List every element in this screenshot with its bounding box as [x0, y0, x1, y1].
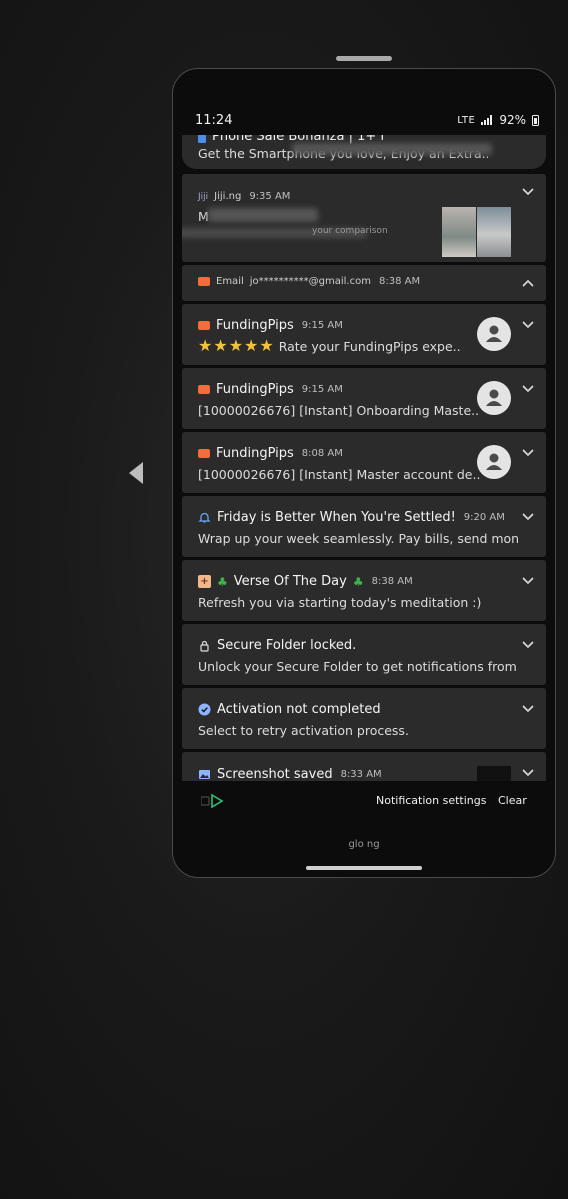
jiji-app: Jiji.ng [214, 191, 242, 202]
notification-screenshot[interactable]: Screenshot saved 8:33 AM [182, 752, 546, 781]
lock-icon [200, 640, 209, 652]
email-icon [198, 321, 210, 330]
fp3-body: [10000026676] [Instant] Master account d… [198, 467, 481, 482]
rating-stars: ★★★★★ [198, 336, 275, 355]
chevron-down-icon[interactable] [522, 321, 534, 329]
check-badge-icon [198, 703, 211, 716]
fp1-body: Rate your FundingPips expe.. [278, 339, 461, 354]
avatar [477, 445, 511, 479]
chevron-down-icon[interactable] [522, 385, 534, 393]
screenshot-time: 8:33 AM [340, 769, 382, 780]
redaction [292, 143, 492, 155]
image-icon [199, 770, 210, 779]
email-icon [198, 385, 210, 394]
network-type: LTE [457, 114, 476, 126]
notification-activation[interactable]: Activation not completed Select to retry… [182, 688, 546, 749]
person-icon [486, 325, 502, 342]
notification-jiji[interactable]: Jiji Jiji.ng 9:35 AM M your comparison [182, 174, 546, 262]
notification-promo[interactable]: Phone Sale Bonanza | 1+ I Get the Smartp… [182, 135, 546, 169]
email-icon [198, 449, 210, 458]
friday-time: 9:20 AM [463, 512, 505, 523]
email-account: jo**********@gmail.com [249, 276, 371, 287]
avatar [477, 317, 511, 351]
avatar [477, 381, 511, 415]
top-drag-handle[interactable] [336, 56, 392, 61]
chevron-down-icon[interactable] [522, 641, 534, 649]
fp2-time: 9:15 AM [301, 384, 343, 395]
screenshot-title: Screenshot saved [217, 767, 333, 781]
friday-body: Wrap up your week seamlessly. Pay bills,… [198, 531, 518, 546]
signal-icon [481, 115, 493, 125]
notification-verse[interactable]: + ♣ Verse Of The Day ♣ 8:38 AM Refresh y… [182, 560, 546, 621]
fp2-body: [10000026676] [Instant] Onboarding Maste… [198, 403, 480, 418]
secure-body: Unlock your Secure Folder to get notific… [198, 659, 518, 674]
clover-icon: ♣ [217, 574, 228, 589]
play-store-icon [201, 794, 224, 808]
email-group-header[interactable]: Email jo**********@gmail.com 8:38 AM [182, 265, 546, 301]
activation-title: Activation not completed [217, 702, 381, 717]
notification-friday[interactable]: Friday is Better When You're Settled! 9:… [182, 496, 546, 557]
jiji-body: your comparison [312, 226, 388, 236]
listing-thumbnail [442, 207, 476, 257]
fp1-time: 9:15 AM [301, 320, 343, 331]
chevron-down-icon[interactable] [522, 513, 534, 521]
secure-title: Secure Folder locked. [217, 638, 357, 653]
listing-thumbnail [477, 207, 511, 257]
chevron-down-icon[interactable] [522, 449, 534, 457]
jiji-icon: Jiji [198, 191, 209, 202]
fp3-title: FundingPips [216, 446, 294, 461]
chevron-down-icon[interactable] [522, 705, 534, 713]
battery-icon [532, 114, 539, 126]
fp1-title: FundingPips [216, 318, 294, 333]
activation-body: Select to retry activation process. [198, 723, 409, 738]
chevron-down-icon[interactable] [522, 188, 534, 196]
notification-footer: Notification settings Clear [173, 789, 555, 813]
notification-fundingpips-3[interactable]: FundingPips 8:08 AM [10000026676] [Insta… [182, 432, 546, 493]
screenshot-thumbnail [477, 766, 511, 781]
fp1-body-line: ★★★★★ Rate your FundingPips expe.. [198, 336, 488, 355]
notification-fundingpips-2[interactable]: FundingPips 9:15 AM [10000026676] [Insta… [182, 368, 546, 429]
chevron-up-icon[interactable] [522, 279, 534, 287]
carrier-label: glo ng [348, 839, 380, 850]
redaction [208, 208, 318, 222]
chevron-down-icon[interactable] [522, 577, 534, 585]
friday-title: Friday is Better When You're Settled! [217, 510, 456, 525]
email-icon [198, 277, 210, 286]
clock: 11:24 [195, 112, 233, 128]
clover-icon: ♣ [352, 574, 364, 589]
phone-icon [198, 135, 206, 143]
bible-icon: + [198, 575, 211, 588]
chevron-down-icon[interactable] [522, 769, 534, 777]
battery-percent: 92% [499, 113, 526, 127]
email-app: Email [216, 276, 244, 287]
phone-frame: 11:24 LTE 92% Phone Sale Bonanza | 1+ I … [172, 68, 556, 878]
email-time: 8:38 AM [378, 276, 421, 287]
fp3-time: 8:08 AM [301, 448, 343, 459]
status-bar: 11:24 LTE 92% [173, 109, 555, 131]
bell-icon [198, 512, 211, 523]
home-indicator[interactable] [306, 866, 422, 870]
back-arrow-icon[interactable] [126, 460, 146, 486]
jiji-time: 9:35 AM [249, 191, 291, 202]
person-icon [486, 453, 502, 470]
verse-body: Refresh you via starting today's meditat… [198, 595, 482, 610]
fp2-title: FundingPips [216, 382, 294, 397]
notification-settings-button[interactable]: Notification settings [376, 794, 486, 807]
notification-list[interactable]: Phone Sale Bonanza | 1+ I Get the Smartp… [182, 135, 546, 781]
person-icon [486, 389, 502, 406]
notification-fundingpips-1[interactable]: FundingPips 9:15 AM ★★★★★ Rate your Fund… [182, 304, 546, 365]
verse-time: 8:38 AM [371, 576, 413, 587]
notification-secure-folder[interactable]: Secure Folder locked. Unlock your Secure… [182, 624, 546, 685]
clear-button[interactable]: Clear [498, 794, 527, 807]
verse-title: Verse Of The Day [233, 574, 347, 589]
